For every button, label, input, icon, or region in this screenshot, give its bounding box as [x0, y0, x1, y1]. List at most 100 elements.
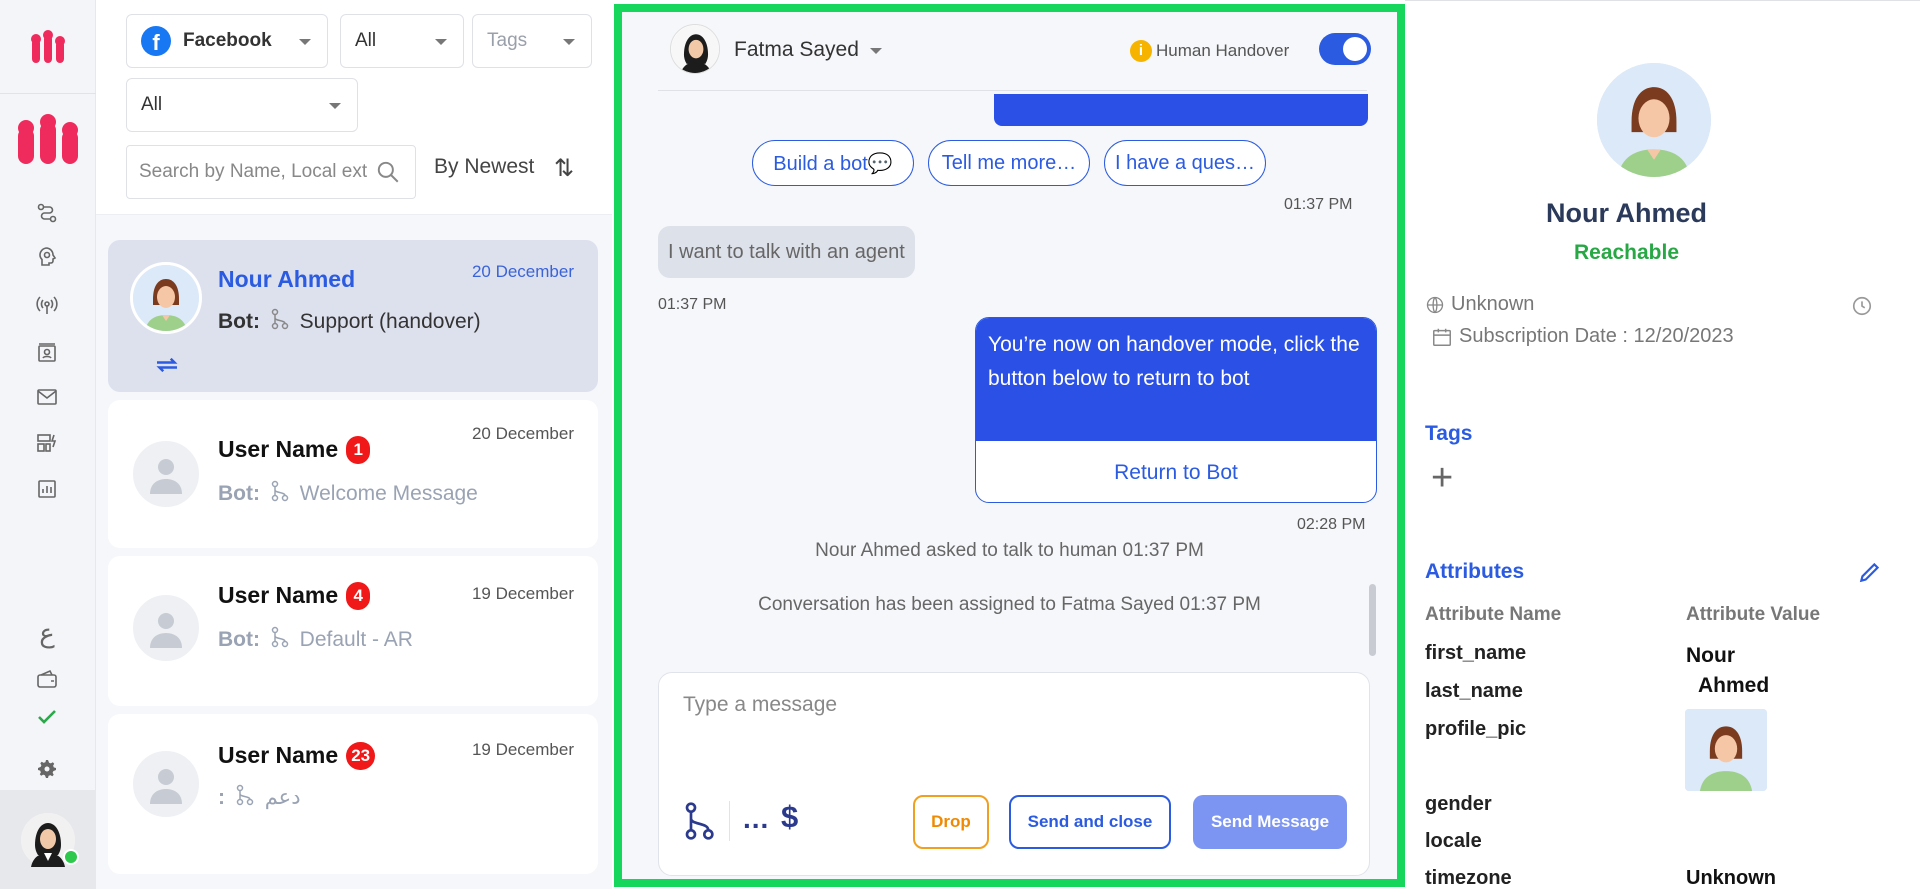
tags-select[interactable]: Tags: [472, 14, 592, 68]
logo-mark-icon: [31, 29, 65, 63]
wallet-icon[interactable]: [32, 664, 62, 694]
language-toggle[interactable]: ع: [32, 618, 62, 648]
settings-gear-icon[interactable]: [32, 754, 62, 784]
online-status-dot: [63, 848, 79, 865]
flow-icon: [271, 480, 289, 502]
send-and-close-button[interactable]: Send and close: [1009, 795, 1171, 849]
human-handover-toggle[interactable]: [1319, 33, 1371, 65]
profile-scrollbar[interactable]: [1910, 1, 1920, 889]
profile-name: Nour Ahmed: [1546, 198, 1707, 228]
bot-flow-name: Default - AR: [299, 628, 413, 651]
message-input[interactable]: [683, 693, 1343, 753]
edit-pencil-icon[interactable]: [1857, 559, 1883, 585]
quick-reply-build-bot[interactable]: Build a bot💬: [752, 140, 914, 186]
reassign-icon[interactable]: [152, 350, 182, 380]
status-select[interactable]: All: [340, 14, 464, 68]
analytics-icon[interactable]: [32, 474, 62, 504]
contacts-icon[interactable]: [32, 338, 62, 368]
chevron-down-icon: [299, 39, 311, 45]
app-root: ع f Facebook All Tags All Search by Name…: [0, 0, 1920, 889]
clock-icon: [1852, 296, 1872, 316]
nav-rail: ع: [0, 0, 96, 889]
attribute-key: profile_pic: [1425, 718, 1527, 740]
channel-select-value: Facebook: [183, 30, 272, 51]
checkmark-icon[interactable]: [32, 702, 62, 732]
drop-button[interactable]: Drop: [913, 795, 989, 849]
attribute-name-header: Attribute Name: [1425, 604, 1562, 625]
tags-select-placeholder: Tags: [487, 30, 528, 51]
quick-reply-tell-more[interactable]: Tell me more…: [928, 140, 1090, 186]
chat-scrollbar[interactable]: [1369, 584, 1376, 656]
sort-label[interactable]: By Newest: [434, 155, 534, 179]
ai-brain-icon[interactable]: [32, 242, 62, 272]
brand-logo[interactable]: [10, 110, 86, 170]
system-event-message: Nour Ahmed asked to talk to human 01:37 …: [815, 540, 1204, 561]
attribute-key: locale: [1425, 830, 1482, 852]
contact-name: Nour Ahmed: [218, 266, 356, 292]
automation-icon[interactable]: [32, 428, 62, 458]
conversation-date: 19 December: [471, 740, 574, 759]
conversation-card-active[interactable]: Nour Ahmed 20 December Bot: Support (han…: [108, 240, 598, 392]
contact-avatar: [130, 748, 202, 820]
contact-name: User Name: [218, 742, 339, 768]
profile-subscription-row: Subscription Date : 12/20/2023: [1431, 325, 1734, 348]
bot-filter-select[interactable]: All: [126, 78, 358, 132]
chevron-down-icon[interactable]: [870, 48, 882, 54]
globe-icon: [1426, 296, 1444, 313]
profile-location-row: Unknown: [1425, 293, 1534, 316]
attributes-section-title: Attributes: [1425, 560, 1525, 583]
attribute-key: first_name: [1425, 642, 1527, 664]
info-icon[interactable]: i: [1130, 40, 1152, 62]
conversation-bot-line: Bot: Support (handover): [218, 308, 481, 334]
user-placeholder-icon: [150, 613, 182, 648]
outgoing-message-text: You’re now on handover mode, click the b…: [976, 318, 1376, 441]
bot-flow-name: Support (handover): [299, 310, 481, 333]
conversation-date: 19 December: [471, 584, 574, 603]
channel-select[interactable]: f Facebook: [126, 14, 328, 68]
profile-subscription-date: Subscription Date : 12/20/2023: [1459, 325, 1734, 347]
more-options-icon[interactable]: ...: [743, 803, 769, 835]
flows-icon[interactable]: [32, 198, 62, 228]
profile-avatar: [1597, 63, 1711, 177]
current-user-avatar[interactable]: [0, 790, 96, 889]
flow-icon: [271, 308, 289, 330]
search-box: [126, 145, 416, 199]
user-placeholder-icon: [150, 769, 182, 804]
message-composer: ... $ Drop Send and close Send Message: [658, 672, 1370, 876]
flow-icon[interactable]: [683, 801, 715, 841]
add-tag-icon[interactable]: +: [1431, 459, 1453, 497]
attribute-profile-pic: [1685, 709, 1767, 791]
contact-name-row: User Name 1: [218, 436, 371, 464]
chevron-down-icon: [563, 39, 575, 45]
unread-badge: 1: [346, 436, 371, 464]
search-input[interactable]: [139, 161, 379, 183]
tags-section-title: Tags: [1425, 422, 1473, 445]
conversation-card[interactable]: User Name 23 19 December : دعم: [108, 714, 598, 874]
send-message-button[interactable]: Send Message: [1193, 795, 1347, 849]
conversation-bot-line: : دعم: [218, 784, 301, 810]
message-timestamp: 01:37 PM: [1284, 196, 1353, 213]
toolbar-divider: [729, 801, 730, 841]
sort-toggle-icon[interactable]: ⇅: [554, 154, 574, 183]
return-to-bot-button[interactable]: Return to Bot: [976, 441, 1376, 502]
quick-reply-have-question[interactable]: I have a ques…: [1104, 140, 1266, 186]
attribute-key: timezone: [1425, 867, 1512, 889]
female-avatar-icon: [133, 265, 199, 331]
incoming-message: I want to talk with an agent: [658, 226, 915, 278]
app-logo[interactable]: [0, 0, 96, 94]
status-select-value: All: [355, 30, 377, 51]
conversation-card[interactable]: User Name 4 19 December Bot: Default - AR: [108, 556, 598, 706]
assigned-agent-name[interactable]: Fatma Sayed: [734, 38, 859, 62]
mail-icon[interactable]: [32, 382, 62, 412]
search-icon[interactable]: [375, 159, 401, 185]
bot-prefix: Bot:: [218, 482, 260, 505]
human-handover-label: Human Handover: [1156, 41, 1290, 60]
conversation-card[interactable]: User Name 1 20 December Bot: Welcome Mess…: [108, 400, 598, 548]
broadcast-icon[interactable]: [32, 290, 62, 320]
contact-name-row: User Name 23: [218, 742, 376, 770]
payment-icon[interactable]: $: [781, 799, 798, 835]
contact-profile-panel: Nour Ahmed Reachable Unknown Subscriptio…: [1405, 0, 1920, 889]
agent-portrait-icon: [671, 25, 719, 73]
conversation-bot-line: Bot: Welcome Message: [218, 480, 478, 506]
conversation-list-panel: f Facebook All Tags All By Newest ⇅: [96, 0, 707, 889]
